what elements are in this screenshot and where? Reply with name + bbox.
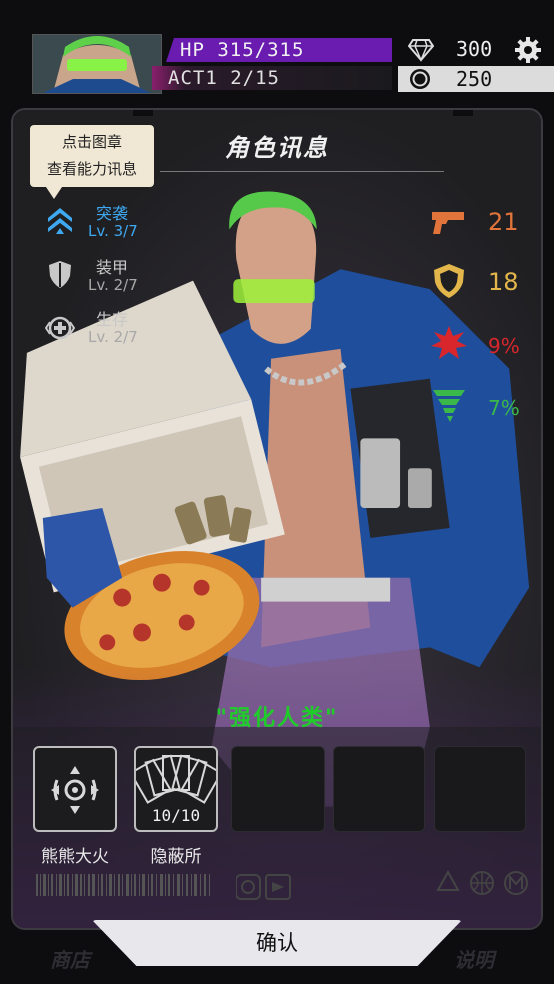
act-text: ACT1 2/15 <box>168 67 280 89</box>
badge-armor[interactable]: 装甲 Lv. 2/7 <box>40 254 150 302</box>
decorative-barcode <box>36 874 210 896</box>
decorative-icons-center <box>236 874 291 900</box>
coin-count: 250 <box>456 67 493 91</box>
stat-attack-value: 21 <box>488 208 519 236</box>
badge-assault-name: 突袭 <box>96 204 129 223</box>
gem-counter: 300 <box>398 36 508 64</box>
corner-notch-left <box>133 110 153 116</box>
stat-crit-value: 9% <box>488 334 520 358</box>
badge-armor-level: Lv. 2/7 <box>88 276 138 294</box>
gem-count: 300 <box>456 37 493 61</box>
confirm-button[interactable]: 确认 <box>92 920 462 966</box>
shop-tab-ghost[interactable]: 商店 <box>50 944 90 973</box>
diamond-icon <box>408 39 434 62</box>
character-portrait[interactable] <box>32 34 162 94</box>
item-slot-empty-1 <box>231 746 325 832</box>
stat-defense-value: 18 <box>488 268 519 296</box>
tooltip-line-2: 查看能力讯息 <box>46 160 137 178</box>
badge-assault-level: Lv. 3/7 <box>88 222 138 240</box>
help-tab-ghost[interactable]: 说明 <box>454 944 494 973</box>
badge-survival-level: Lv. 2/7 <box>88 328 138 346</box>
shelter-count: 10/10 <box>151 806 201 825</box>
tornado-icon <box>433 390 465 422</box>
perk-title: "强化人类" <box>215 706 339 731</box>
coin-counter: 250 <box>398 66 554 92</box>
card-fan-icon <box>136 754 216 804</box>
badge-survival-name: 生存 <box>96 310 129 329</box>
coin-icon <box>410 69 430 89</box>
item-label-shelter: 隐蔽所 <box>150 847 202 867</box>
tooltip-line-1: 点击图章 <box>61 133 122 151</box>
hp-text: HP 315/315 <box>180 39 305 61</box>
stat-attack: 21 <box>430 202 530 242</box>
badge-hint-tooltip: 点击图章 查看能力讯息 <box>30 125 154 199</box>
act-progress-bar: ACT1 2/15 <box>152 66 392 90</box>
badge-assault[interactable]: 突袭 Lv. 3/7 <box>40 200 150 248</box>
item-slot-empty-3 <box>434 746 526 832</box>
badge-armor-name: 装甲 <box>96 258 129 277</box>
pistol-icon <box>432 212 464 234</box>
hp-bar: HP 315/315 <box>166 38 392 62</box>
item-slot-empty-2 <box>333 746 425 832</box>
stat-dodge: 7% <box>430 386 530 426</box>
settings-gear-icon[interactable] <box>514 36 542 64</box>
item-slot-bonfire[interactable] <box>33 746 117 832</box>
badge-survival[interactable]: 生存 Lv. 2/7 <box>40 306 150 354</box>
target-reticle-icon <box>51 766 99 814</box>
stat-dodge-value: 7% <box>488 396 520 420</box>
item-label-bonfire: 熊熊大火 <box>41 847 109 867</box>
assault-chevron-icon <box>48 208 72 234</box>
armor-shield-icon <box>49 261 71 288</box>
survival-medkit-icon <box>44 316 76 340</box>
item-slot-shelter[interactable]: 10/10 <box>134 746 218 832</box>
shield-icon <box>434 264 464 298</box>
stat-crit: 9% <box>430 324 530 364</box>
decorative-icons-right <box>436 869 528 895</box>
stat-defense: 18 <box>430 262 530 302</box>
crit-burst-icon <box>431 326 467 359</box>
top-status-bar: HP 315/315 ACT1 2/15 300 250 <box>0 0 554 100</box>
corner-notch-right <box>453 110 473 116</box>
title-divider <box>160 171 444 172</box>
